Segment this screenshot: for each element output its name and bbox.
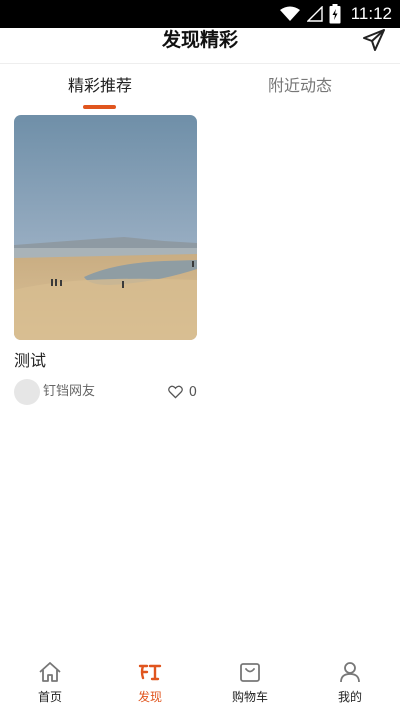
wifi-icon	[279, 6, 300, 21]
like-button[interactable]: 0	[167, 379, 197, 405]
tab-nearby[interactable]: 附近动态	[200, 64, 400, 112]
like-count: 0	[188, 384, 197, 400]
battery-icon	[329, 4, 341, 24]
tab-active-indicator	[83, 105, 116, 109]
header: 发现精彩	[0, 28, 400, 64]
nav-item-profile[interactable]: 我的	[300, 652, 400, 710]
nav-item-cart[interactable]: 购物车	[200, 652, 300, 710]
discover-icon	[138, 664, 162, 681]
card-meta: 钉铛网友 0	[14, 379, 197, 405]
tab-label: 精彩推荐	[67, 76, 132, 95]
tab-recommended[interactable]: 精彩推荐	[0, 64, 200, 112]
card-title: 测试	[14, 351, 47, 370]
nav-item-home[interactable]: 首页	[0, 652, 100, 710]
signal-icon	[306, 6, 323, 22]
card-image[interactable]	[14, 115, 197, 340]
nav-label: 首页	[37, 690, 62, 704]
author-name: 钉铛网友	[43, 384, 96, 399]
status-bar: 11:12	[0, 0, 400, 28]
feed-tabs: 精彩推荐 附近动态	[0, 64, 400, 112]
user-icon	[340, 662, 360, 683]
nav-label: 我的	[337, 690, 362, 704]
status-time: 11:12	[350, 4, 392, 23]
nav-item-discover[interactable]: 发现	[100, 652, 200, 710]
nav-label: 发现	[137, 690, 162, 704]
nav-label: 购物车	[231, 690, 268, 704]
send-icon	[363, 29, 385, 51]
heart-icon	[167, 385, 183, 399]
page-title: 发现精彩	[161, 29, 238, 51]
cart-icon	[240, 663, 260, 682]
bottom-nav: 首页 发现 购物车 我的	[0, 652, 400, 710]
feed-card[interactable]: 测试 钉铛网友 0	[14, 115, 197, 405]
send-button[interactable]	[362, 28, 386, 52]
tab-label: 附近动态	[267, 76, 332, 95]
status-icons: 11:12	[279, 0, 392, 28]
avatar[interactable]	[14, 379, 40, 405]
home-icon	[39, 662, 61, 682]
